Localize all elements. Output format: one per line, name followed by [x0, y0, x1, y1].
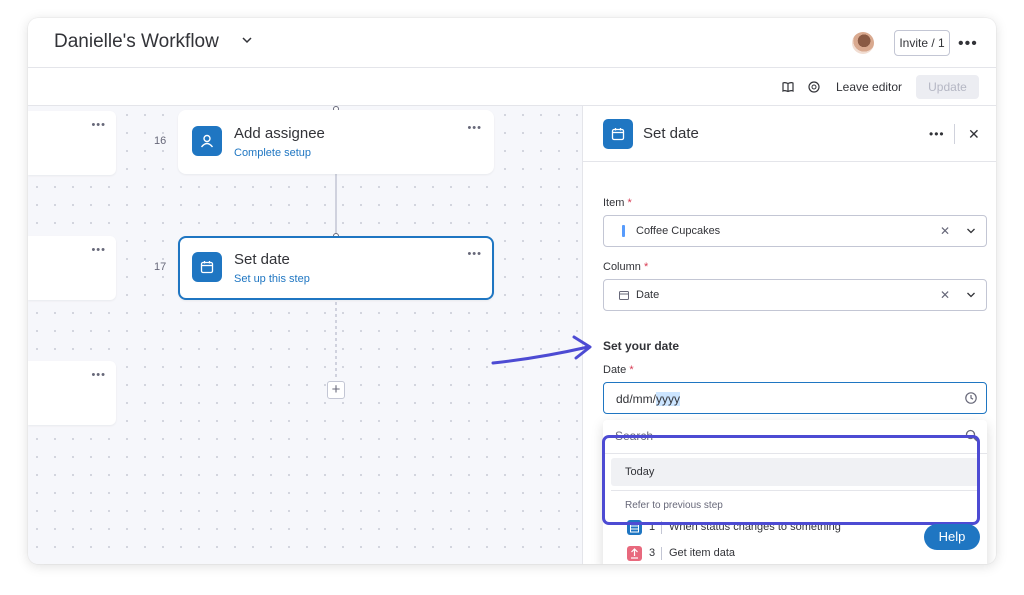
step-title: Set date	[234, 251, 290, 268]
avatar[interactable]	[852, 32, 874, 54]
chevron-down-icon[interactable]	[966, 227, 976, 235]
date-field-label: Date *	[603, 364, 634, 376]
add-step-button[interactable]: +	[327, 381, 345, 399]
column-select-value: Date	[636, 289, 660, 301]
calendar-icon	[619, 291, 629, 300]
step-number: 17	[154, 261, 167, 273]
more-icon[interactable]: •••	[929, 127, 945, 141]
date-input[interactable]: dd/mm/yyyy	[603, 382, 987, 414]
calendar-icon	[603, 119, 633, 149]
clear-icon[interactable]: ✕	[940, 288, 950, 302]
step-subtitle-link[interactable]: Complete setup	[234, 147, 311, 159]
chat-icon[interactable]	[807, 80, 821, 94]
item-select[interactable]: Coffee Cupcakes ✕	[603, 215, 987, 247]
person-icon	[192, 126, 222, 156]
step-number: 3	[649, 547, 656, 559]
calendar-icon	[192, 252, 222, 282]
option-label: Get item data	[669, 547, 736, 559]
top-bar: Danielle's Workflow Invite / 1 •••	[28, 18, 996, 68]
clock-icon[interactable]	[964, 391, 978, 405]
update-button[interactable]: Update	[916, 75, 979, 99]
step-card-set-date[interactable]: Set date Set up this step •••	[178, 236, 494, 300]
step-card-add-assignee[interactable]: Add assignee Complete setup •••	[178, 110, 494, 174]
upload-icon	[627, 546, 642, 561]
step-subtitle-link[interactable]: Set up this step	[234, 273, 310, 285]
step-title: Add assignee	[234, 125, 325, 142]
invite-button[interactable]: Invite / 1	[894, 30, 950, 56]
divider	[661, 547, 662, 560]
leave-editor-button[interactable]: Leave editor	[836, 80, 902, 94]
chevron-down-icon[interactable]	[241, 35, 253, 45]
column-field-label: Column *	[603, 261, 649, 273]
chevron-down-icon[interactable]	[966, 291, 976, 299]
divider	[954, 124, 955, 144]
clear-icon[interactable]: ✕	[940, 224, 950, 238]
close-icon[interactable]: ✕	[968, 126, 980, 143]
panel-header: Set date ••• ✕	[583, 106, 996, 162]
book-icon[interactable]	[781, 80, 795, 94]
step-number: 16	[154, 135, 167, 147]
item-field-label: Item *	[603, 197, 632, 209]
more-icon[interactable]: •••	[467, 122, 482, 134]
item-select-value: Coffee Cupcakes	[636, 225, 721, 237]
column-select[interactable]: Date ✕	[603, 279, 987, 311]
more-icon[interactable]: •••	[467, 248, 482, 260]
arrow-annotation-icon	[491, 335, 592, 365]
help-button[interactable]: Help	[924, 524, 980, 550]
workflow-title[interactable]: Danielle's Workflow	[54, 31, 219, 53]
panel-title: Set date	[643, 125, 699, 142]
section-title: Set your date	[603, 339, 680, 353]
item-color-marker	[622, 225, 625, 237]
highlight-annotation	[602, 435, 980, 525]
date-input-value: dd/mm/yyyy	[616, 392, 681, 406]
more-icon[interactable]: •••	[958, 35, 978, 53]
